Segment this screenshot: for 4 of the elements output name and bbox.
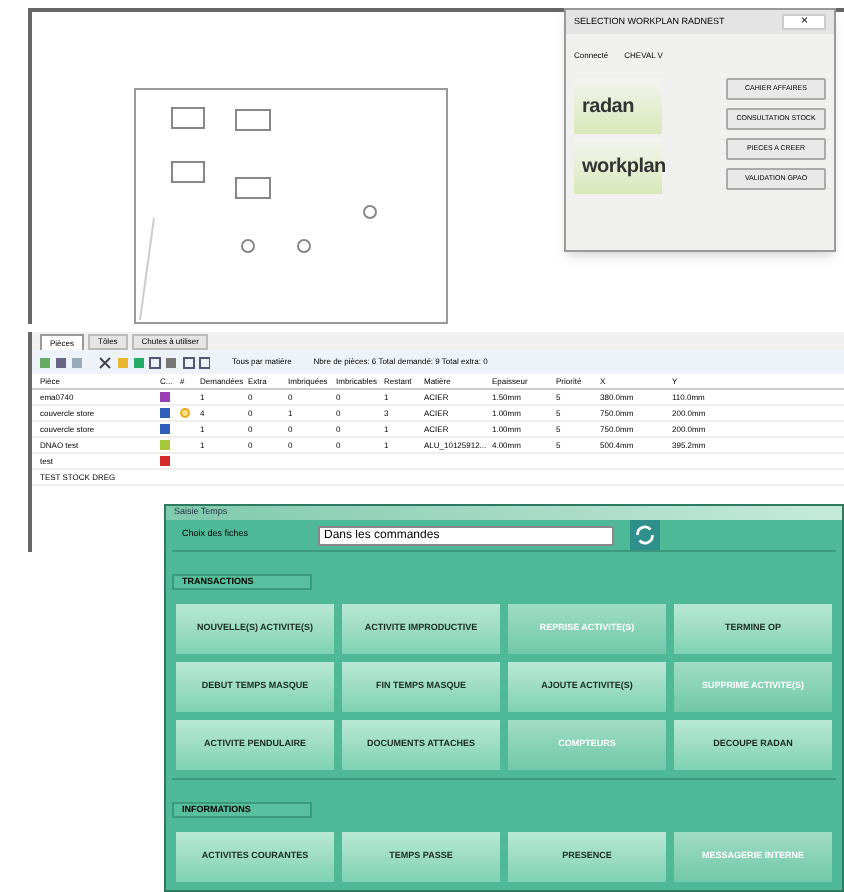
logo-text: workplan bbox=[582, 153, 666, 181]
refresh-button[interactable] bbox=[630, 520, 660, 550]
refresh-icon bbox=[634, 524, 656, 546]
logo-text: radan bbox=[582, 93, 634, 121]
